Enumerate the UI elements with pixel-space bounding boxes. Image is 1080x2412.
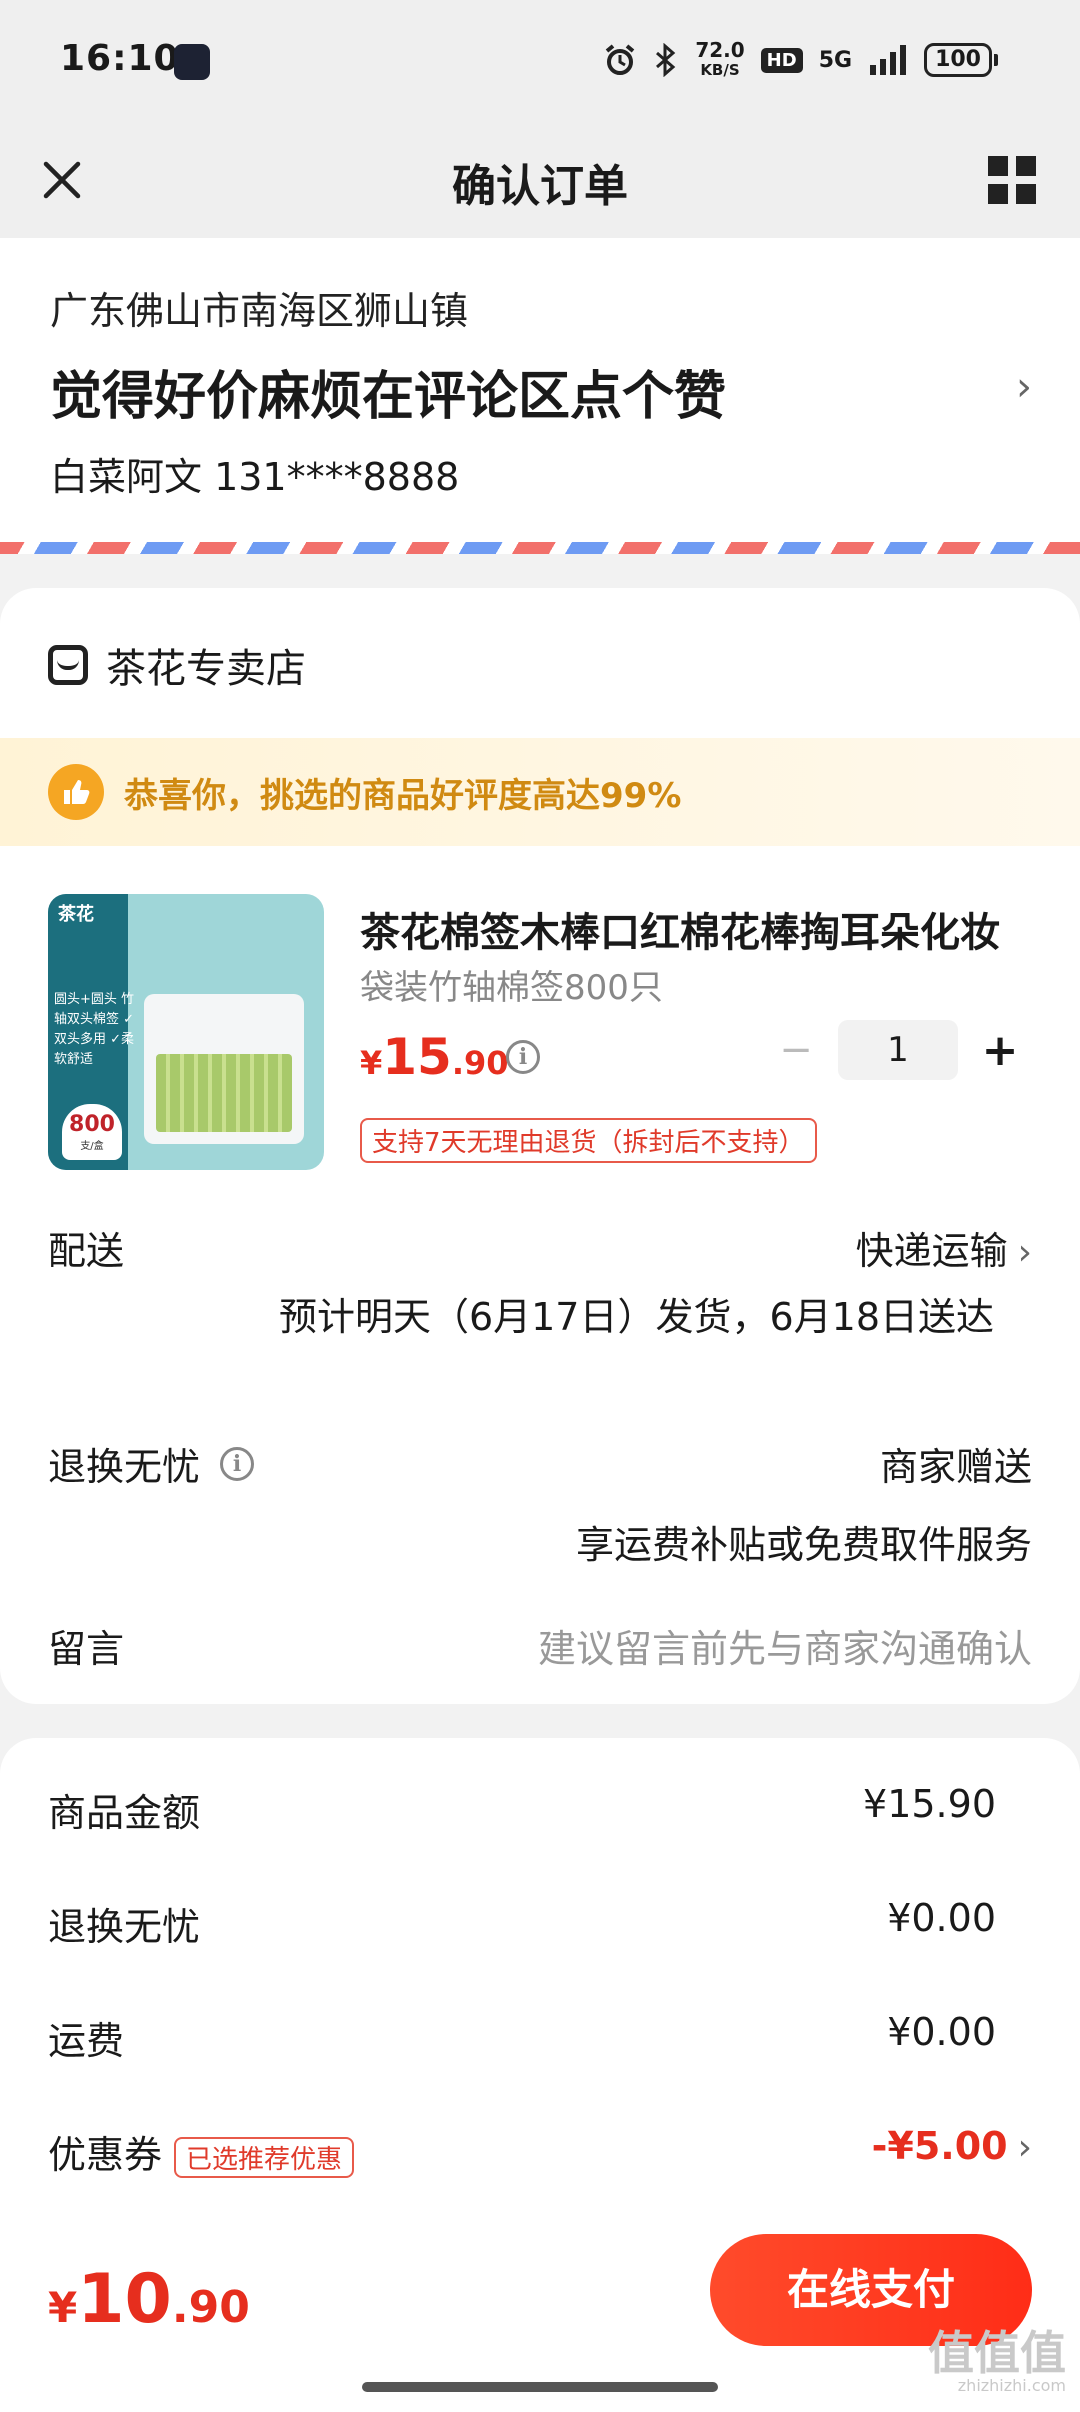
- home-indicator[interactable]: [362, 2382, 718, 2392]
- chevron-right-icon: ›: [1016, 364, 1032, 410]
- chevron-right-icon: ›: [1017, 1232, 1032, 1273]
- product-sku[interactable]: 袋装竹轴棉签800只: [360, 960, 663, 1009]
- product-image-label: 圆头+圆头 竹轴双头棉签 ✓双头多用 ✓柔软舒适: [54, 992, 135, 1067]
- message-input[interactable]: 建议留言前先与商家沟通确认: [538, 1618, 1032, 1673]
- bluetooth-icon: [656, 43, 676, 77]
- summary-shipping-value: ¥0.00: [887, 2010, 996, 2054]
- decrease-button[interactable]: −: [776, 1027, 816, 1073]
- chevron-right-icon: ›: [1017, 2127, 1032, 2168]
- summary-goods-label: 商品金额: [48, 1791, 201, 1835]
- address-card[interactable]: 广东佛山市南海区狮山镇 觉得好价麻烦在评论区点个赞 白菜阿文 131****88…: [0, 238, 1080, 552]
- address-region: 广东佛山市南海区狮山镇: [50, 289, 469, 333]
- store-icon: [48, 645, 88, 685]
- product-name[interactable]: 茶花棉签木棒口红棉花棒掏耳朵化妆: [360, 900, 1040, 958]
- worry-free-info-icon[interactable]: i: [220, 1446, 255, 1481]
- network-type: 5G: [818, 47, 853, 73]
- status-time: 16:10: [60, 38, 180, 79]
- return-policy-tag: 支持7天无理由退货（拆封后不支持）: [360, 1118, 817, 1163]
- summary-worry-free-value: ¥0.00: [887, 1896, 996, 1940]
- thumbs-up-icon: [48, 764, 104, 820]
- coupon-tag: 已选推荐优惠: [174, 2137, 355, 2178]
- product-price: ¥15.90: [360, 1028, 509, 1086]
- worry-free-label: 退换无忧: [48, 1445, 201, 1489]
- grid-menu-icon[interactable]: [984, 152, 1040, 208]
- worry-free-sub: 享运费补贴或免费取件服务: [575, 1523, 1032, 1567]
- store-header[interactable]: 茶花专卖店: [48, 636, 306, 694]
- store-name: 茶花专卖店: [106, 646, 306, 692]
- summary-shipping-label: 运费: [48, 2019, 125, 2063]
- quantity-stepper: − 1 +: [776, 1020, 1020, 1080]
- price-info-icon[interactable]: i: [506, 1040, 540, 1074]
- summary-worry-free-label: 退换无忧: [48, 1905, 201, 1949]
- promo-text: 恭喜你，挑选的商品好评度高达99%: [124, 775, 682, 816]
- page-title: 确认订单: [452, 161, 628, 212]
- watermark: 值值值 zhizhizhi.com: [928, 2326, 1066, 2395]
- delivery-method[interactable]: 快递运输 ›: [856, 1220, 1032, 1275]
- worry-free-value: 商家赠送: [879, 1445, 1032, 1489]
- delivery-label: 配送: [48, 1229, 125, 1273]
- nav-bar: 确认订单: [0, 124, 1080, 238]
- status-bar: 16:10 72.0 KB/S HD 5G 100: [0, 0, 1080, 124]
- order-card: 茶花专卖店 恭喜你，挑选的商品好评度高达99% 茶花 圆头+圆头 竹轴双头棉签 …: [0, 588, 1080, 1704]
- address-contact: 白菜阿文 131****8888: [50, 455, 460, 499]
- hd-badge: HD: [760, 47, 803, 73]
- coupon-value[interactable]: -¥5.00 ›: [872, 2124, 1032, 2168]
- summary-card: 商品金额 ¥15.90 退换无忧 ¥0.00 运费 ¥0.00 优惠券 已选推荐优…: [0, 1738, 1080, 2278]
- worry-free-row: 退换无忧 i: [48, 1436, 255, 1491]
- summary-goods-value: ¥15.90: [863, 1782, 996, 1826]
- coupon-label: 优惠券: [48, 2133, 163, 2177]
- status-icons: 72.0 KB/S HD 5G 100: [603, 40, 998, 80]
- coupon-row: 优惠券 已选推荐优惠: [48, 2124, 355, 2179]
- battery-icon: 100: [924, 43, 998, 77]
- promo-banner: 恭喜你，挑选的商品好评度高达99%: [0, 738, 1080, 846]
- product-image-brand: 茶花: [58, 904, 94, 925]
- message-label: 留言: [48, 1627, 125, 1671]
- total-price: ¥10.90: [48, 2260, 250, 2339]
- alarm-icon: [606, 44, 635, 75]
- app-notification-icon: [174, 44, 210, 80]
- signal-icon: [870, 45, 907, 75]
- product-image-count: 800 支/盒: [62, 1104, 122, 1160]
- airmail-border: [0, 542, 1080, 554]
- quantity-value[interactable]: 1: [838, 1020, 958, 1080]
- product-image[interactable]: 茶花 圆头+圆头 竹轴双头棉签 ✓双头多用 ✓柔软舒适 800 支/盒: [48, 894, 324, 1170]
- delivery-estimate: 预计明天（6月17日）发货，6月18日送达: [278, 1295, 994, 1339]
- increase-button[interactable]: +: [980, 1025, 1020, 1076]
- network-speed: 72.0 KB/S: [695, 38, 745, 79]
- address-detail: 觉得好价麻烦在评论区点个赞: [50, 367, 727, 427]
